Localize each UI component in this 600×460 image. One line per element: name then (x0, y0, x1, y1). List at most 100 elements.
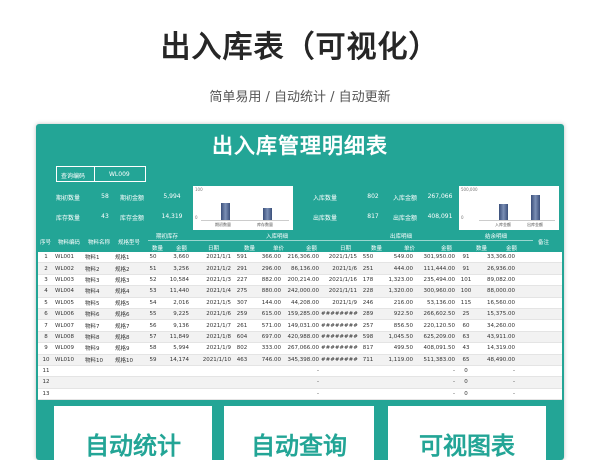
table-cell[interactable]: 463 (232, 354, 252, 366)
table-cell[interactable]: ######## (320, 342, 358, 355)
table-cell[interactable] (144, 388, 162, 401)
table-cell[interactable]: 159,285.00 (282, 308, 320, 321)
table-cell[interactable]: 6 (38, 308, 54, 321)
table-cell[interactable]: 817 (358, 342, 378, 355)
table-cell[interactable]: 549.00 (378, 252, 414, 264)
table-cell[interactable]: 10 (38, 354, 54, 366)
table-cell[interactable]: 259 (232, 308, 252, 321)
table-cell[interactable]: 922.50 (378, 308, 414, 321)
table-cell[interactable]: 345,398.00 (282, 354, 320, 366)
table-cell[interactable]: 266,602.50 (414, 308, 456, 321)
table-cell[interactable]: 216,306.00 (282, 252, 320, 264)
table-cell[interactable]: 3 (38, 274, 54, 287)
table-cell[interactable]: 86,136.00 (282, 262, 320, 275)
table-cell[interactable] (516, 342, 562, 355)
table-cell[interactable]: 1,323.00 (378, 274, 414, 287)
table-cell[interactable] (144, 376, 162, 389)
table-cell[interactable]: 物料4 (84, 285, 114, 298)
table-cell[interactable]: - (414, 365, 456, 378)
table-cell[interactable]: 251 (358, 262, 378, 275)
table-cell[interactable]: 规格10 (114, 354, 144, 366)
table-cell[interactable]: 11,440 (162, 285, 190, 298)
table-cell[interactable] (84, 376, 114, 389)
table-cell[interactable] (516, 376, 562, 389)
table-cell[interactable]: 301,950.00 (414, 252, 456, 264)
table-cell[interactable] (232, 365, 252, 378)
table-cell[interactable]: 规格1 (114, 252, 144, 264)
table-cell[interactable]: 1,045.50 (378, 331, 414, 344)
table-cell[interactable]: 12 (38, 376, 54, 389)
table-cell[interactable]: 10,584 (162, 274, 190, 287)
table-cell[interactable] (252, 376, 282, 389)
table-cell[interactable]: 2021/1/9 (190, 342, 232, 355)
table-cell[interactable]: 物料1 (84, 252, 114, 264)
table-cell[interactable] (358, 365, 378, 378)
table-cell[interactable]: WL002 (54, 262, 84, 275)
table-cell[interactable]: 规格5 (114, 297, 144, 309)
table-cell[interactable] (378, 388, 414, 401)
table-cell[interactable]: 571.00 (252, 319, 282, 332)
table-cell[interactable]: 200,214.00 (282, 274, 320, 287)
table-cell[interactable]: 43,911.00 (476, 331, 516, 344)
table-cell[interactable]: 50 (144, 252, 162, 264)
table-cell[interactable] (232, 376, 252, 389)
table-cell[interactable]: 15,375.00 (476, 308, 516, 321)
table-cell[interactable]: 51 (144, 262, 162, 275)
table-cell[interactable]: 2021/1/16 (320, 274, 358, 287)
table-cell[interactable]: 257 (358, 319, 378, 332)
table-cell[interactable]: 2021/1/1 (190, 252, 232, 264)
table-cell[interactable]: 115 (456, 297, 476, 309)
table-cell[interactable]: 65 (456, 354, 476, 366)
table-cell[interactable] (516, 308, 562, 321)
table-cell[interactable] (162, 376, 190, 389)
table-cell[interactable]: 1,320.00 (378, 285, 414, 298)
table-cell[interactable]: 58 (144, 342, 162, 355)
table-cell[interactable]: - (282, 388, 320, 401)
table-cell[interactable]: 9,136 (162, 319, 190, 332)
table-cell[interactable]: 2021/1/6 (320, 262, 358, 275)
table-cell[interactable] (516, 319, 562, 332)
table-cell[interactable]: 48,490.00 (476, 354, 516, 366)
table-cell[interactable]: 307 (232, 297, 252, 309)
table-cell[interactable] (190, 365, 232, 378)
query-input[interactable]: WL009 (94, 166, 146, 182)
table-cell[interactable]: 242,000.00 (282, 285, 320, 298)
table-cell[interactable]: 14,319.00 (476, 342, 516, 355)
table-cell[interactable] (516, 262, 562, 275)
table-cell[interactable]: WL006 (54, 308, 84, 321)
table-cell[interactable]: 2 (38, 262, 54, 275)
table-cell[interactable]: 89,082.00 (476, 274, 516, 287)
table-cell[interactable]: 746.00 (252, 354, 282, 366)
table-cell[interactable]: 802 (232, 342, 252, 355)
table-cell[interactable]: 9,225 (162, 308, 190, 321)
table-cell[interactable]: ######## (320, 308, 358, 321)
table-cell[interactable]: 2021/1/8 (190, 331, 232, 344)
table-cell[interactable]: 228 (358, 285, 378, 298)
table-cell[interactable] (320, 376, 358, 389)
table-cell[interactable]: 2,016 (162, 297, 190, 309)
table-cell[interactable]: 880.00 (252, 285, 282, 298)
table-cell[interactable]: 2021/1/3 (190, 274, 232, 287)
table-cell[interactable]: 291 (232, 262, 252, 275)
table-cell[interactable] (320, 365, 358, 378)
table-cell[interactable] (320, 388, 358, 401)
table-cell[interactable] (516, 252, 562, 264)
table-cell[interactable]: WL008 (54, 331, 84, 344)
table-cell[interactable]: 55 (144, 308, 162, 321)
table-cell[interactable] (144, 365, 162, 378)
table-cell[interactable]: - (476, 365, 516, 378)
table-cell[interactable]: 0 (456, 365, 476, 378)
table-cell[interactable]: 178 (358, 274, 378, 287)
table-cell[interactable]: 227 (232, 274, 252, 287)
table-cell[interactable]: 88,000.00 (476, 285, 516, 298)
table-cell[interactable]: 420,988.00 (282, 331, 320, 344)
table-cell[interactable] (54, 376, 84, 389)
table-cell[interactable]: 57 (144, 331, 162, 344)
table-cell[interactable]: 220,120.50 (414, 319, 456, 332)
table-cell[interactable]: 物料10 (84, 354, 114, 366)
table-cell[interactable]: 7 (38, 319, 54, 332)
table-cell[interactable]: 91 (456, 262, 476, 275)
table-cell[interactable]: 216.00 (378, 297, 414, 309)
table-cell[interactable]: 511,383.00 (414, 354, 456, 366)
table-cell[interactable] (516, 297, 562, 309)
